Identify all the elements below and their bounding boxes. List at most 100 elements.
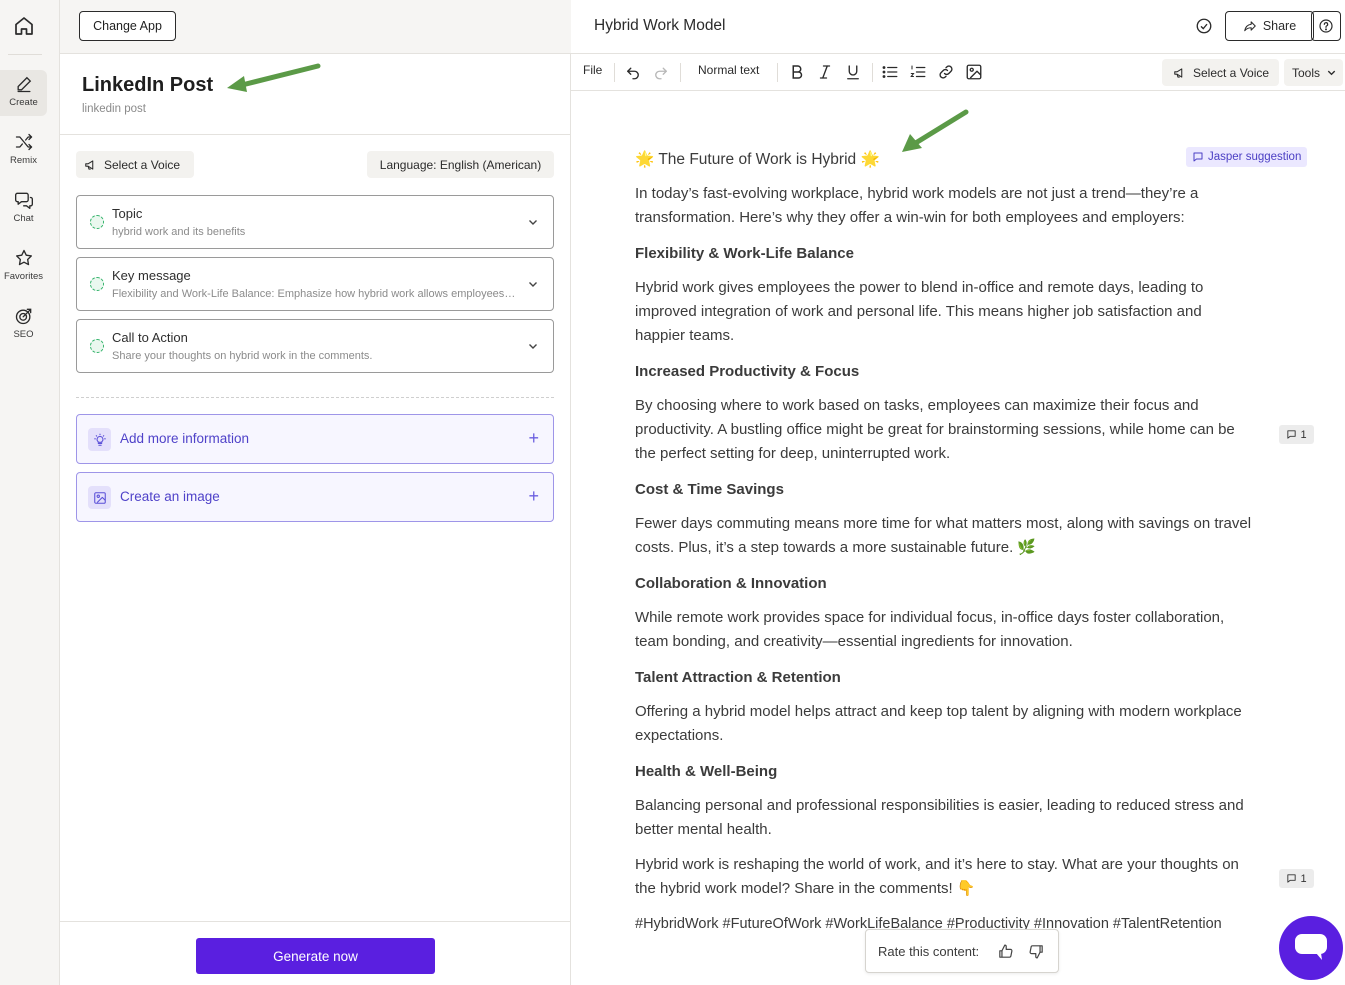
thumbs-down-icon[interactable] <box>1028 943 1045 960</box>
paragraph-line: happier teams. <box>635 327 735 344</box>
thumbs-up-icon[interactable] <box>997 943 1014 960</box>
rail-item-label: Chat <box>13 213 34 224</box>
target-icon <box>15 308 31 325</box>
select-voice-label: Select a Voice <box>104 157 181 172</box>
chevron-down-icon[interactable] <box>527 216 539 228</box>
field-value: Flexibility and Work-Life Balance: Empha… <box>112 288 517 300</box>
share-button[interactable]: Share <box>1225 11 1314 41</box>
paragraph-line: productivity. A bustling office might be… <box>635 421 1235 438</box>
paragraph-line: transformation. Here’s why they offer a … <box>635 209 1185 226</box>
section-heading: Health & Well-Being <box>635 763 778 780</box>
pen-icon <box>17 76 31 93</box>
chevron-down-icon[interactable] <box>527 340 539 352</box>
paragraph-line: the perfect setting for deep, uninterrup… <box>635 445 951 462</box>
paragraph-line: Hybrid work is reshaping the world of wo… <box>635 856 1239 873</box>
generate-now-button[interactable]: Generate now <box>196 938 435 974</box>
rail-item-label: Favorites <box>3 271 44 282</box>
post-title: 🌟 The Future of Work is Hybrid 🌟 <box>635 151 880 168</box>
app-form-panel: Change App LinkedIn Post linkedin post S… <box>60 0 571 985</box>
language-select[interactable]: Language: English (American) <box>367 151 554 178</box>
rail-item-remix[interactable]: Remix <box>0 128 47 174</box>
redo-icon[interactable] <box>652 63 670 81</box>
rail-item-favorites[interactable]: Favorites <box>0 244 47 290</box>
document-editor: Hybrid Work Model Share File Normal text <box>571 0 1345 985</box>
status-dot-icon <box>90 339 104 353</box>
rail-divider <box>8 54 42 55</box>
field-label: Call to Action <box>112 330 188 345</box>
toolbar-divider <box>680 63 681 82</box>
undo-icon[interactable] <box>624 63 642 81</box>
select-voice-button[interactable]: Select a Voice <box>76 151 194 178</box>
section-heading: Collaboration & Innovation <box>635 575 827 592</box>
insert-image-icon[interactable] <box>965 63 983 81</box>
panel-header: Change App <box>60 0 571 54</box>
numbered-list-icon[interactable] <box>909 63 927 81</box>
paragraph-line: costs. Plus, it’s a step towards a more … <box>635 539 1037 556</box>
status-dot-icon <box>90 215 104 229</box>
chat-support-button[interactable] <box>1279 916 1343 980</box>
select-voice-label: Select a Voice <box>1193 65 1270 80</box>
footer-divider <box>60 921 571 922</box>
chevron-down-icon[interactable] <box>527 278 539 290</box>
rate-label: Rate this content: <box>878 944 980 959</box>
paragraph-line: Fewer days commuting means more time for… <box>635 515 1252 532</box>
topic-field[interactable]: Topic hybrid work and its benefits <box>76 195 554 249</box>
toolbar-divider <box>872 63 873 82</box>
add-more-label: Add more information <box>120 431 250 446</box>
toolbar-select-voice-button[interactable]: Select a Voice <box>1162 59 1279 86</box>
status-dot-icon <box>90 277 104 291</box>
shuffle-icon <box>15 133 32 151</box>
tools-label: Tools <box>1292 65 1321 80</box>
paragraph-line: team bonding, and creativity—essential i… <box>635 633 1073 650</box>
app-subtitle: linkedin post <box>82 103 146 115</box>
chat-icon <box>1295 934 1327 960</box>
editor-header: Hybrid Work Model Share <box>571 0 1345 54</box>
key-message-field[interactable]: Key message Flexibility and Work-Life Ba… <box>76 257 554 311</box>
field-value: Share your thoughts on hybrid work in th… <box>112 350 373 362</box>
section-heading: Flexibility & Work-Life Balance <box>635 245 854 262</box>
underline-icon[interactable] <box>844 63 862 81</box>
file-menu[interactable]: File <box>583 63 602 77</box>
dashed-divider <box>76 397 554 398</box>
text-style-select[interactable]: Normal text <box>698 63 759 77</box>
create-image-label: Create an image <box>120 489 220 504</box>
change-app-button[interactable]: Change App <box>79 11 176 41</box>
link-icon[interactable] <box>937 63 955 81</box>
help-button[interactable] <box>1311 11 1341 41</box>
rail-item-label: SEO <box>13 329 34 340</box>
chevron-down-icon <box>1327 70 1336 76</box>
check-circle-icon[interactable] <box>1195 17 1213 35</box>
field-label: Key message <box>112 268 191 283</box>
paragraph-line: expectations. <box>635 727 724 744</box>
rail-item-create[interactable]: Create <box>0 70 47 116</box>
bold-icon[interactable] <box>788 63 806 81</box>
plus-icon: + <box>528 428 539 448</box>
paragraph-line: the hybrid work model? Share in the comm… <box>635 880 976 897</box>
document-title[interactable]: Hybrid Work Model <box>594 17 726 35</box>
rail-item-label: Create <box>9 97 38 108</box>
comment-badge[interactable]: 1 <box>1279 869 1314 888</box>
create-image-button[interactable]: Create an image + <box>76 472 554 522</box>
jasper-suggestion-badge[interactable]: Jasper suggestion <box>1186 147 1308 167</box>
chat-bubbles-icon <box>14 192 33 209</box>
rail-item-seo[interactable]: SEO <box>0 302 47 348</box>
help-icon <box>1319 19 1333 33</box>
add-more-information-button[interactable]: Add more information + <box>76 414 554 464</box>
home-icon[interactable] <box>12 14 36 38</box>
star-icon <box>15 249 32 266</box>
rail-item-chat[interactable]: Chat <box>0 186 47 232</box>
image-icon <box>88 486 111 509</box>
comment-badge[interactable]: 1 <box>1279 425 1314 444</box>
call-to-action-field[interactable]: Call to Action Share your thoughts on hy… <box>76 319 554 373</box>
plus-icon: + <box>528 486 539 506</box>
paragraph-line: By choosing where to work based on tasks… <box>635 397 1199 414</box>
field-label: Topic <box>112 206 143 221</box>
italic-icon[interactable] <box>816 63 834 81</box>
toolbar-divider <box>777 63 778 82</box>
section-heading: Increased Productivity & Focus <box>635 363 860 380</box>
editor-toolbar: File Normal text Select a Voice Tools <box>571 54 1345 91</box>
tools-menu[interactable]: Tools <box>1284 59 1343 86</box>
bulleted-list-icon[interactable] <box>881 63 899 81</box>
toolbar-divider <box>614 63 615 82</box>
app-title: LinkedIn Post <box>82 74 214 96</box>
